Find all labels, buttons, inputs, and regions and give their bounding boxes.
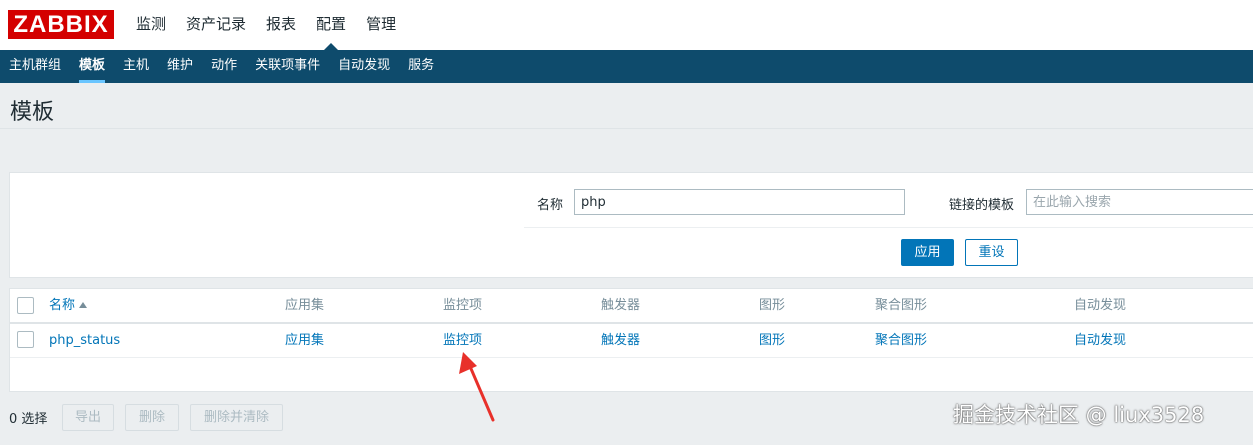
graphs-link[interactable]: 图形 <box>759 324 785 358</box>
column-graphs-header: 图形 <box>759 298 786 313</box>
column-screens-header: 聚合图形 <box>875 298 928 313</box>
main-menu: 监测 资产记录 报表 配置 管理 <box>126 0 406 50</box>
delete-and-clear-button[interactable]: 删除并清除 <box>190 404 283 431</box>
filter-divider <box>524 227 1253 228</box>
table-row: php_status 应用集 监控项 触发器 图形 聚合图形 自动发现 <box>10 324 1253 358</box>
page-title: 模板 <box>10 100 55 125</box>
sub-menu-hosts[interactable]: 主机 <box>114 50 158 83</box>
sub-menu-event-correlation[interactable]: 关联项事件 <box>246 50 329 83</box>
apply-button[interactable]: 应用 <box>901 239 954 266</box>
linked-templates-input[interactable] <box>1026 189 1253 215</box>
annotation-arrow-icon <box>459 352 495 422</box>
sub-menu-templates[interactable]: 模板 <box>70 50 114 83</box>
triggers-link[interactable]: 触发器 <box>601 324 640 358</box>
main-menu-reports[interactable]: 报表 <box>256 0 306 50</box>
templates-table: 名称 应用集 监控项 触发器 图形 聚合图形 自动发现 php_status 应… <box>9 288 1253 392</box>
column-name-label[interactable]: 名称 <box>49 298 75 313</box>
watermark: 掘金技术社区 @ liux3528 <box>953 403 1205 427</box>
sub-menu-maintenance[interactable]: 维护 <box>158 50 202 83</box>
title-divider <box>0 128 1253 129</box>
main-menu-monitoring[interactable]: 监测 <box>126 0 176 50</box>
applications-link[interactable]: 应用集 <box>285 324 324 358</box>
main-menu-inventory[interactable]: 资产记录 <box>176 0 256 50</box>
export-button[interactable]: 导出 <box>62 404 114 431</box>
table-footer: 0 选择 导出 删除 删除并清除 <box>0 403 700 433</box>
column-triggers-header: 触发器 <box>601 298 641 313</box>
template-name-link[interactable]: php_status <box>49 324 120 358</box>
table-header: 名称 应用集 监控项 触发器 图形 聚合图形 自动发现 <box>10 289 1253 324</box>
reset-button[interactable]: 重设 <box>965 239 1018 266</box>
sub-menu-discovery[interactable]: 自动发现 <box>329 50 399 83</box>
column-applications-header: 应用集 <box>285 298 325 313</box>
select-all-checkbox[interactable] <box>17 297 34 314</box>
delete-button[interactable]: 删除 <box>125 404 179 431</box>
row-checkbox[interactable] <box>17 331 34 348</box>
name-filter-input[interactable] <box>574 189 905 215</box>
name-filter-label: 名称 <box>537 198 564 213</box>
column-name-header[interactable]: 名称 <box>49 289 88 323</box>
sort-asc-icon <box>79 302 88 308</box>
linked-templates-label: 链接的模板 <box>949 198 1015 213</box>
filter-panel: 名称 链接的模板 应用 重设 <box>9 172 1253 278</box>
sub-menu-host-groups[interactable]: 主机群组 <box>0 50 70 83</box>
sub-menu: 主机群组 模板 主机 维护 动作 关联项事件 自动发现 服务 <box>0 50 1253 83</box>
sub-menu-services[interactable]: 服务 <box>399 50 443 83</box>
zabbix-logo[interactable]: ZABBIX <box>8 10 114 39</box>
main-menu-administration[interactable]: 管理 <box>356 0 406 50</box>
main-menu-configuration[interactable]: 配置 <box>306 0 356 50</box>
selected-count: 0 选择 <box>9 412 48 427</box>
discovery-link[interactable]: 自动发现 <box>1074 324 1126 358</box>
column-discovery-header: 自动发现 <box>1074 298 1127 313</box>
column-items-header: 监控项 <box>443 298 483 313</box>
screens-link[interactable]: 聚合图形 <box>875 324 927 358</box>
top-header: ZABBIX 监测 资产记录 报表 配置 管理 <box>0 0 1253 50</box>
sub-menu-actions[interactable]: 动作 <box>202 50 246 83</box>
